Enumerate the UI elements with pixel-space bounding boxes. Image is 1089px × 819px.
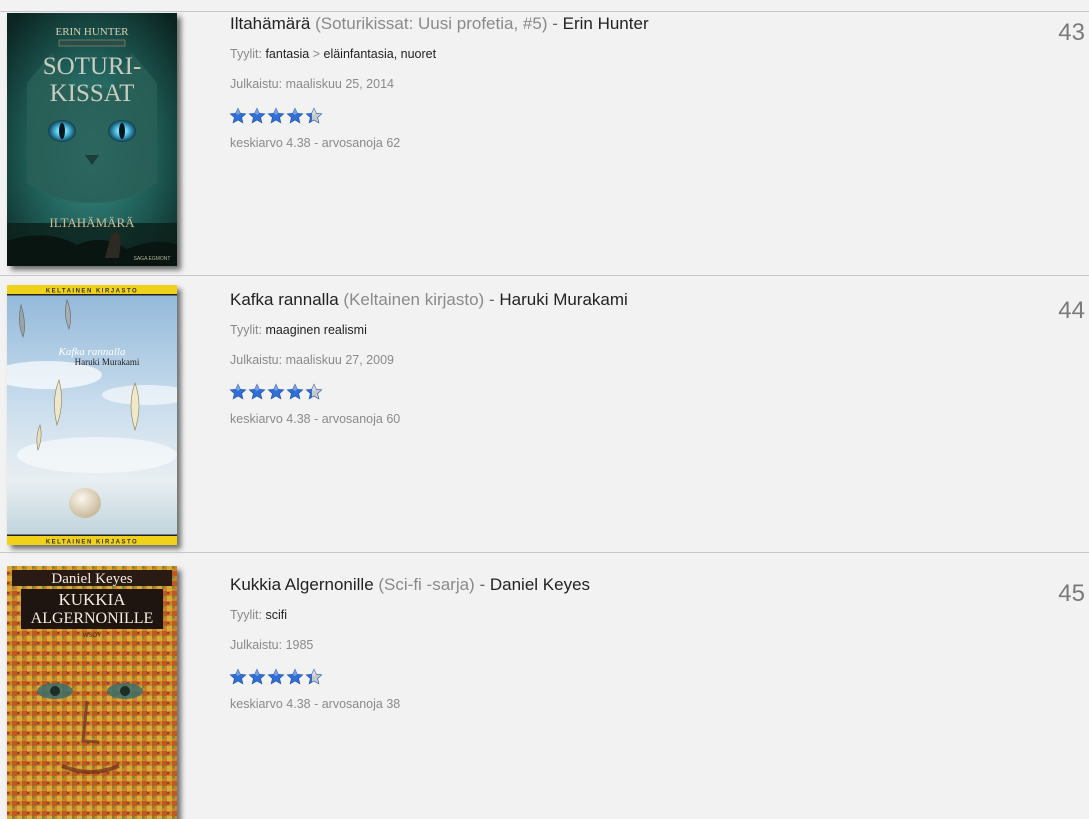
star-icon bbox=[267, 383, 285, 400]
title-separator: - bbox=[552, 14, 558, 33]
book-title-line: Iltahämärä (Soturikissat: Uusi profetia,… bbox=[230, 14, 649, 34]
genres-label: Tyylit: bbox=[230, 608, 262, 622]
book-genres: Tyylit: scifi bbox=[230, 608, 287, 622]
book-genres: Tyylit: fantasia > eläinfantasia, nuoret bbox=[230, 47, 436, 61]
star-icon bbox=[305, 668, 323, 685]
genres-label: Tyylit: bbox=[230, 323, 262, 337]
genre-separator: > bbox=[312, 47, 321, 61]
star-icon bbox=[267, 668, 285, 685]
star-rating bbox=[229, 107, 323, 124]
book-row: Daniel Keyes KUKKIA ALGERNONILLE WSOY Ku… bbox=[0, 552, 1089, 819]
star-icon bbox=[267, 107, 285, 124]
star-icon bbox=[229, 383, 247, 400]
book-series: (Soturikissat: Uusi profetia, #5) bbox=[315, 14, 548, 33]
book-series: (Sci-fi -sarja) bbox=[378, 575, 475, 594]
genre-link[interactable]: maaginen realismi bbox=[265, 323, 366, 337]
row-divider bbox=[0, 11, 1089, 12]
genre-link[interactable]: eläinfantasia, nuoret bbox=[324, 47, 437, 61]
cover-band-text: KELTAINEN KIRJASTO bbox=[46, 540, 138, 546]
title-separator: - bbox=[479, 575, 486, 594]
star-icon bbox=[305, 107, 323, 124]
star-rating bbox=[229, 383, 323, 400]
book-row: KELTAINEN KIRJASTO KELTAINEN KIRJASTO Ka… bbox=[0, 275, 1089, 546]
star-icon bbox=[286, 107, 304, 124]
star-icon bbox=[286, 383, 304, 400]
cover-series-text: SOTURI- bbox=[43, 53, 142, 80]
book-list: ERIN HUNTER SOTURI- KISSAT ILTAHÄMÄRÄ SA… bbox=[0, 0, 1089, 819]
cover-title-text: ALGERNONILLE bbox=[31, 610, 154, 627]
genres-label: Tyylit: bbox=[230, 47, 262, 61]
book-series: (Keltainen kirjasto) bbox=[343, 290, 485, 309]
rank-number: 45 bbox=[1058, 580, 1085, 607]
star-icon bbox=[248, 107, 266, 124]
book-author-link[interactable]: Erin Hunter bbox=[563, 14, 649, 33]
rating-stats: keskiarvo 4.38 - arvosanoja 60 bbox=[230, 412, 401, 426]
book-cover-link[interactable]: Daniel Keyes KUKKIA ALGERNONILLE WSOY bbox=[7, 566, 177, 819]
book-cover-link[interactable]: ERIN HUNTER SOTURI- KISSAT ILTAHÄMÄRÄ SA… bbox=[7, 13, 177, 266]
cover-band-text: KELTAINEN KIRJASTO bbox=[46, 289, 138, 295]
star-icon bbox=[248, 383, 266, 400]
row-divider bbox=[0, 552, 1089, 553]
cover-author-text: Daniel Keyes bbox=[51, 571, 132, 587]
book-cover-image: ERIN HUNTER SOTURI- KISSAT ILTAHÄMÄRÄ SA… bbox=[7, 13, 177, 266]
book-author-link[interactable]: Haruki Murakami bbox=[499, 290, 627, 309]
book-cover-image: Daniel Keyes KUKKIA ALGERNONILLE WSOY bbox=[7, 566, 177, 819]
book-published: Julkaistu: maaliskuu 27, 2009 bbox=[230, 353, 394, 367]
rank-number: 43 bbox=[1058, 19, 1085, 46]
book-author-link[interactable]: Daniel Keyes bbox=[490, 575, 590, 594]
star-icon bbox=[248, 668, 266, 685]
book-title-line: Kafka rannalla (Keltainen kirjasto) - Ha… bbox=[230, 290, 628, 310]
book-title-link[interactable]: Iltahämärä bbox=[230, 14, 310, 33]
book-published: Julkaistu: maaliskuu 25, 2014 bbox=[230, 77, 394, 91]
star-icon bbox=[286, 668, 304, 685]
genre-link[interactable]: fantasia bbox=[265, 47, 309, 61]
book-published: Julkaistu: 1985 bbox=[230, 638, 314, 652]
book-title-link[interactable]: Kafka rannalla bbox=[230, 290, 339, 309]
cover-publisher-text: SAGA EGMONT bbox=[134, 256, 171, 262]
book-title-line: Kukkia Algernonille (Sci-fi -sarja) - Da… bbox=[230, 575, 590, 595]
book-cover-image: KELTAINEN KIRJASTO KELTAINEN KIRJASTO Ka… bbox=[7, 285, 177, 545]
genre-link[interactable]: scifi bbox=[265, 608, 287, 622]
cover-publisher-text: WSOY bbox=[83, 633, 101, 639]
book-cover-link[interactable]: KELTAINEN KIRJASTO KELTAINEN KIRJASTO Ka… bbox=[7, 285, 177, 545]
rating-stats: keskiarvo 4.38 - arvosanoja 38 bbox=[230, 697, 401, 711]
book-row: ERIN HUNTER SOTURI- KISSAT ILTAHÄMÄRÄ SA… bbox=[0, 11, 1089, 273]
rank-number: 44 bbox=[1058, 297, 1085, 324]
star-icon bbox=[229, 107, 247, 124]
cover-series-text: KISSAT bbox=[50, 80, 135, 107]
star-icon bbox=[305, 383, 323, 400]
title-separator: - bbox=[488, 290, 495, 309]
book-title-link[interactable]: Kukkia Algernonille bbox=[230, 575, 374, 594]
cover-author-text: Haruki Murakami bbox=[75, 357, 140, 367]
cover-title-text: ILTAHÄMÄRÄ bbox=[49, 215, 135, 230]
cover-author-text: ERIN HUNTER bbox=[55, 26, 129, 38]
cover-title-text: KUKKIA bbox=[58, 590, 126, 609]
star-rating bbox=[229, 668, 323, 685]
row-divider bbox=[0, 275, 1089, 276]
book-genres: Tyylit: maaginen realismi bbox=[230, 323, 367, 337]
rating-stats: keskiarvo 4.38 - arvosanoja 62 bbox=[230, 136, 401, 150]
star-icon bbox=[229, 668, 247, 685]
